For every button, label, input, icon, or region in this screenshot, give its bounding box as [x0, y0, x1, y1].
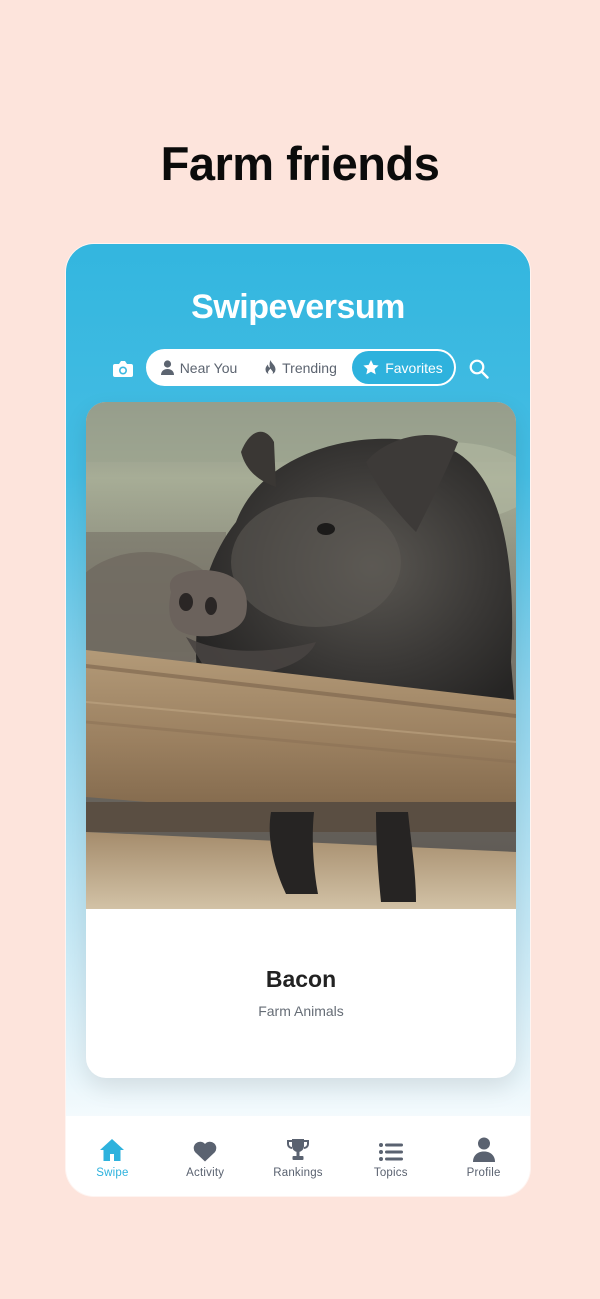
tab-activity-label: Activity: [186, 1167, 225, 1179]
person-icon: [472, 1137, 495, 1162]
search-icon: [469, 359, 489, 379]
tab-profile-label: Profile: [466, 1167, 501, 1179]
filter-favorites-label: Favorites: [385, 359, 443, 376]
tab-profile[interactable]: Profile: [437, 1116, 530, 1196]
home-icon: [100, 1139, 125, 1161]
heart-icon: [193, 1141, 217, 1162]
app-brand-title: Swipeversum: [191, 288, 405, 326]
card-subtitle: Farm Animals: [258, 1003, 344, 1019]
pig-photo: [86, 402, 516, 909]
bottom-tab-bar: Swipe Activity Rankings Topics Profile: [66, 1116, 530, 1196]
tab-topics[interactable]: Topics: [344, 1116, 437, 1196]
filter-favorites[interactable]: Favorites: [352, 351, 454, 384]
filter-trending-label: Trending: [282, 359, 337, 376]
card-photo: [86, 402, 516, 909]
filter-trending[interactable]: Trending: [250, 351, 352, 384]
camera-icon: [113, 361, 133, 377]
filter-segmented-control: Near You Trending Favorites: [146, 349, 456, 386]
tab-swipe[interactable]: Swipe: [66, 1116, 159, 1196]
star-icon: [363, 360, 379, 375]
flame-icon: [265, 360, 276, 375]
person-icon: [160, 360, 174, 375]
phone-screen: Swipeversum Near You Trending Favorites …: [66, 244, 530, 1196]
tab-activity[interactable]: Activity: [159, 1116, 252, 1196]
trophy-icon: [286, 1139, 309, 1160]
filter-near-you-label: Near You: [179, 359, 238, 376]
card-title: Bacon: [265, 966, 337, 992]
swipe-card[interactable]: Bacon Farm Animals: [86, 402, 516, 1078]
list-icon: [378, 1143, 403, 1161]
tab-topics-label: Topics: [373, 1167, 408, 1179]
page-headline: Farm friends: [160, 137, 440, 190]
tab-rankings[interactable]: Rankings: [252, 1116, 345, 1196]
camera-button[interactable]: [110, 358, 136, 380]
tab-swipe-label: Swipe: [96, 1167, 129, 1179]
filter-near-you[interactable]: Near You: [148, 351, 250, 384]
search-button[interactable]: [466, 356, 492, 382]
tab-rankings-label: Rankings: [273, 1167, 323, 1179]
